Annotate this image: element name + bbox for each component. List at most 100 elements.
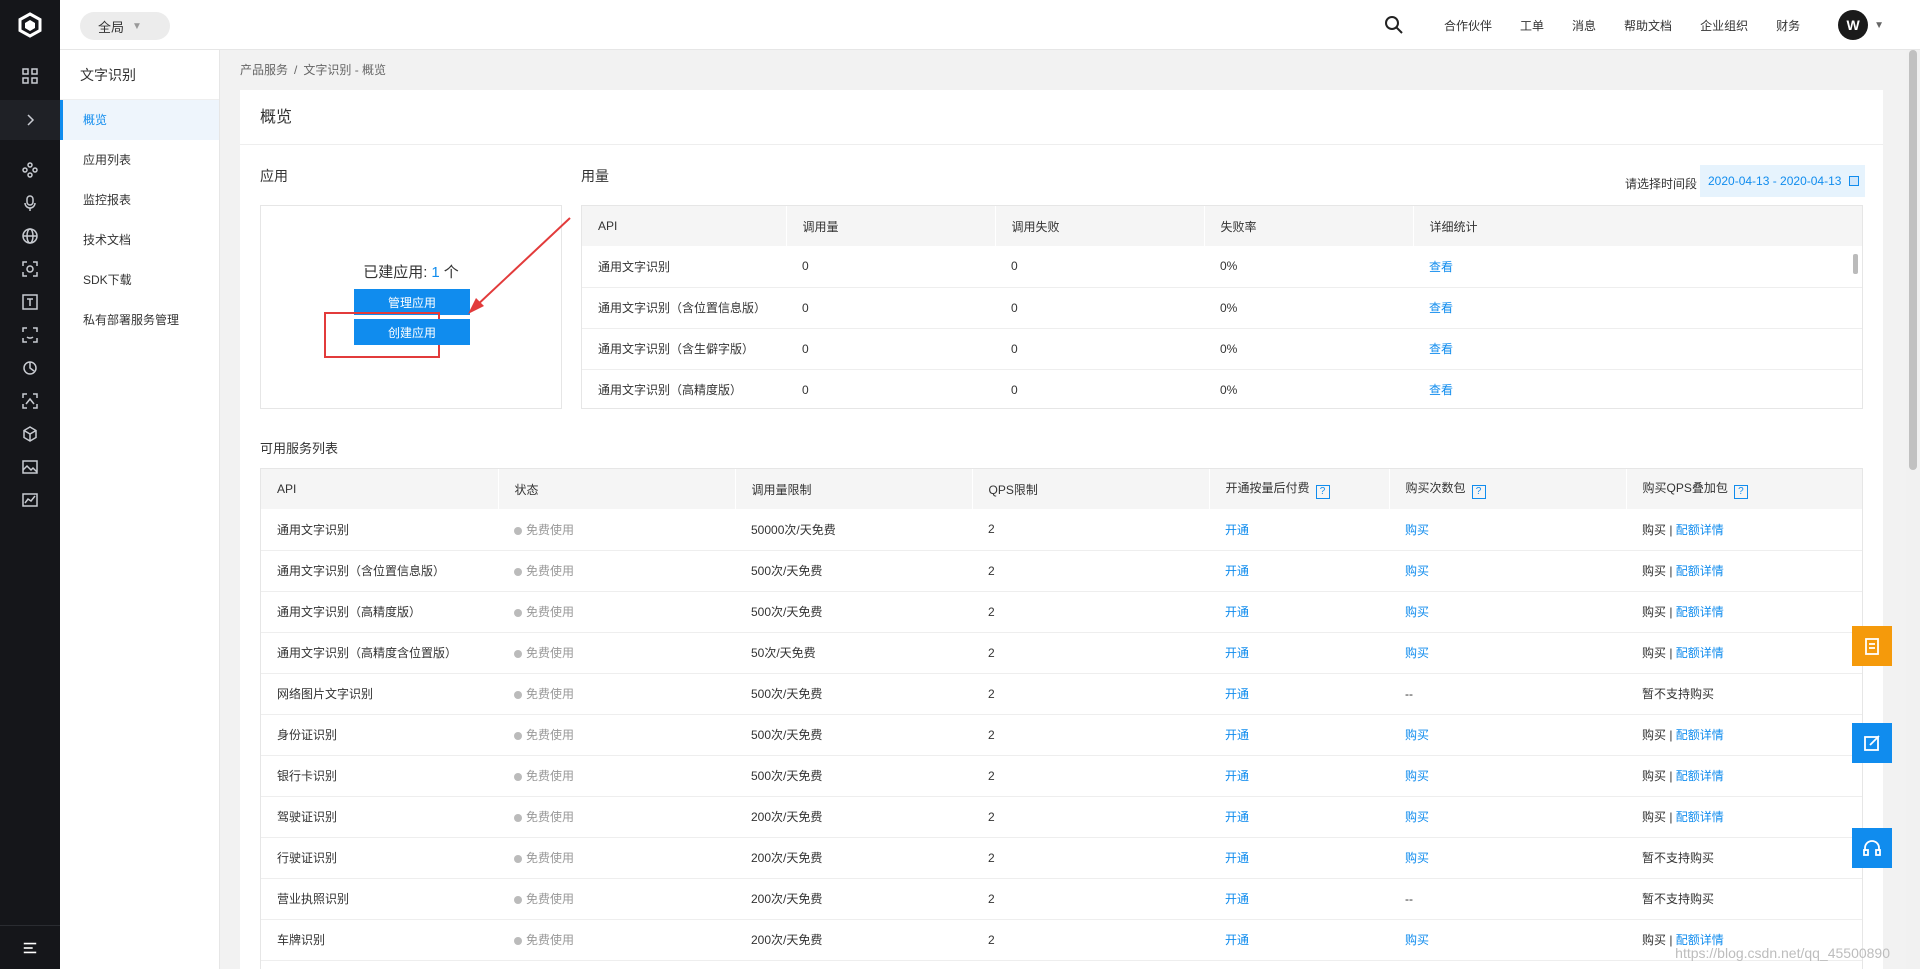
svc-cell-qps: 2: [972, 509, 1209, 551]
activate-link[interactable]: 开通: [1225, 523, 1249, 537]
sidebar-item-overview[interactable]: 概览: [60, 100, 219, 140]
svc-cell-qps-package: 购买 | 配额详情: [1626, 509, 1862, 551]
buy-package-link[interactable]: 购买: [1405, 523, 1429, 537]
avatar[interactable]: W: [1838, 10, 1869, 40]
quota-details-link[interactable]: 配额详情: [1676, 646, 1724, 660]
svc-cell-limit: 500次/天免费: [735, 755, 972, 797]
activate-link[interactable]: 开通: [1225, 687, 1249, 701]
chart-icon[interactable]: [18, 488, 42, 512]
buy-package-link[interactable]: 购买: [1405, 810, 1429, 824]
apps-section-label: 应用: [260, 168, 288, 184]
face-frame-icon[interactable]: [18, 323, 42, 347]
cube-icon[interactable]: [18, 422, 42, 446]
image-icon[interactable]: [18, 455, 42, 479]
logo-icon[interactable]: [0, 0, 60, 50]
microphone-icon[interactable]: [18, 191, 42, 215]
sidebar-item-tech-docs[interactable]: 技术文档: [60, 220, 219, 260]
date-range-picker[interactable]: 2020-04-13 - 2020-04-13: [1700, 165, 1865, 197]
qps-buy-text[interactable]: 购买 |: [1642, 933, 1676, 947]
svc-header-qps-package: 购买QPS叠加包?: [1625, 469, 1862, 509]
create-app-button[interactable]: 创建应用: [354, 319, 470, 345]
qps-buy-text[interactable]: 购买 |: [1642, 810, 1676, 824]
globe-icon[interactable]: [18, 224, 42, 248]
usage-scrollbar[interactable]: [1853, 254, 1858, 274]
buy-package-link[interactable]: 购买: [1405, 646, 1429, 660]
nav-finance[interactable]: 财务: [1776, 17, 1800, 34]
activate-link[interactable]: 开通: [1225, 851, 1249, 865]
view-details-link[interactable]: 查看: [1429, 342, 1453, 356]
svc-cell-qps: 2: [972, 632, 1209, 674]
page-scrollbar[interactable]: [1906, 50, 1920, 969]
svc-cell-limit: 200次/天免费: [735, 919, 972, 961]
view-details-link[interactable]: 查看: [1429, 383, 1453, 397]
feedback-float-button[interactable]: [1852, 626, 1892, 666]
quota-details-link[interactable]: 配额详情: [1676, 564, 1724, 578]
quota-details-link[interactable]: 配额详情: [1676, 523, 1724, 537]
status-text: 免费使用: [526, 728, 575, 742]
text-icon[interactable]: [18, 290, 42, 314]
quota-details-link[interactable]: 配额详情: [1676, 810, 1724, 824]
chevron-down-icon[interactable]: ▼: [1874, 20, 1884, 31]
buy-package-link[interactable]: 购买: [1405, 933, 1429, 947]
svc-header-postpaid-label: 开通按量后付费: [1225, 481, 1310, 496]
breadcrumb-products[interactable]: 产品服务: [240, 63, 288, 77]
support-float-button[interactable]: [1852, 828, 1892, 868]
svc-cell-qps: 2: [972, 919, 1209, 961]
qps-buy-text[interactable]: 购买 |: [1642, 769, 1676, 783]
quota-details-link[interactable]: 配额详情: [1676, 728, 1724, 742]
activate-link[interactable]: 开通: [1225, 605, 1249, 619]
nav-tickets[interactable]: 工单: [1520, 17, 1544, 34]
sidebar-item-monitoring[interactable]: 监控报表: [60, 180, 219, 220]
sidebar-item-app-list[interactable]: 应用列表: [60, 140, 219, 180]
activate-link[interactable]: 开通: [1225, 728, 1249, 742]
activate-link[interactable]: 开通: [1225, 933, 1249, 947]
activate-link[interactable]: 开通: [1225, 810, 1249, 824]
nav-enterprise[interactable]: 企业组织: [1700, 17, 1748, 34]
buy-package-link[interactable]: 购买: [1405, 851, 1429, 865]
qps-buy-text[interactable]: 购买 |: [1642, 605, 1676, 619]
nav-help-docs[interactable]: 帮助文档: [1624, 17, 1672, 34]
table-row: 通用文字识别（含位置信息版） 0 0 0% 查看: [582, 287, 1862, 329]
qps-buy-text[interactable]: 购买 |: [1642, 646, 1676, 660]
help-icon[interactable]: ?: [1471, 484, 1486, 499]
activate-link[interactable]: 开通: [1225, 892, 1249, 906]
app-count-number: 1: [431, 264, 440, 281]
activate-link[interactable]: 开通: [1225, 769, 1249, 783]
help-icon[interactable]: ?: [1733, 484, 1748, 499]
svc-cell-status: 免费使用: [498, 509, 735, 551]
nav-messages[interactable]: 消息: [1572, 17, 1596, 34]
face-scan-icon[interactable]: [18, 257, 42, 281]
help-icon[interactable]: ?: [1315, 484, 1330, 499]
quota-details-link[interactable]: 配额详情: [1676, 769, 1724, 783]
nav-partners[interactable]: 合作伙伴: [1444, 17, 1492, 34]
expand-icon[interactable]: [0, 100, 60, 140]
grid-icon[interactable]: [18, 64, 42, 88]
qps-buy-text[interactable]: 购买 |: [1642, 728, 1676, 742]
menu-icon[interactable]: [0, 925, 60, 969]
analytics-icon[interactable]: [18, 356, 42, 380]
status-text: 免费使用: [526, 646, 575, 660]
scrollbar-thumb[interactable]: [1909, 50, 1917, 470]
sidebar-item-sdk-download[interactable]: SDK下载: [60, 260, 219, 300]
buy-package-link[interactable]: 购买: [1405, 769, 1429, 783]
view-details-link[interactable]: 查看: [1429, 301, 1453, 315]
network-icon[interactable]: [18, 158, 42, 182]
body-scan-icon[interactable]: [18, 389, 42, 413]
status-text: 免费使用: [526, 810, 575, 824]
sidebar-item-private-deploy[interactable]: 私有部署服务管理: [60, 300, 219, 340]
scope-selector[interactable]: 全局 ▼: [80, 12, 170, 40]
svc-cell-status: 免费使用: [498, 550, 735, 592]
buy-package-link[interactable]: 购买: [1405, 605, 1429, 619]
buy-package-link[interactable]: 购买: [1405, 564, 1429, 578]
qps-buy-text[interactable]: 购买 |: [1642, 523, 1676, 537]
quota-details-link[interactable]: 配额详情: [1676, 605, 1724, 619]
edit-float-button[interactable]: [1852, 723, 1892, 763]
activate-link[interactable]: 开通: [1225, 564, 1249, 578]
view-details-link[interactable]: 查看: [1429, 260, 1453, 274]
buy-package-link[interactable]: 购买: [1405, 728, 1429, 742]
usage-cell-rate: 0%: [1204, 369, 1413, 408]
activate-link[interactable]: 开通: [1225, 646, 1249, 660]
qps-buy-text[interactable]: 购买 |: [1642, 564, 1676, 578]
search-icon[interactable]: [1384, 15, 1404, 35]
status-text: 免费使用: [526, 933, 575, 947]
